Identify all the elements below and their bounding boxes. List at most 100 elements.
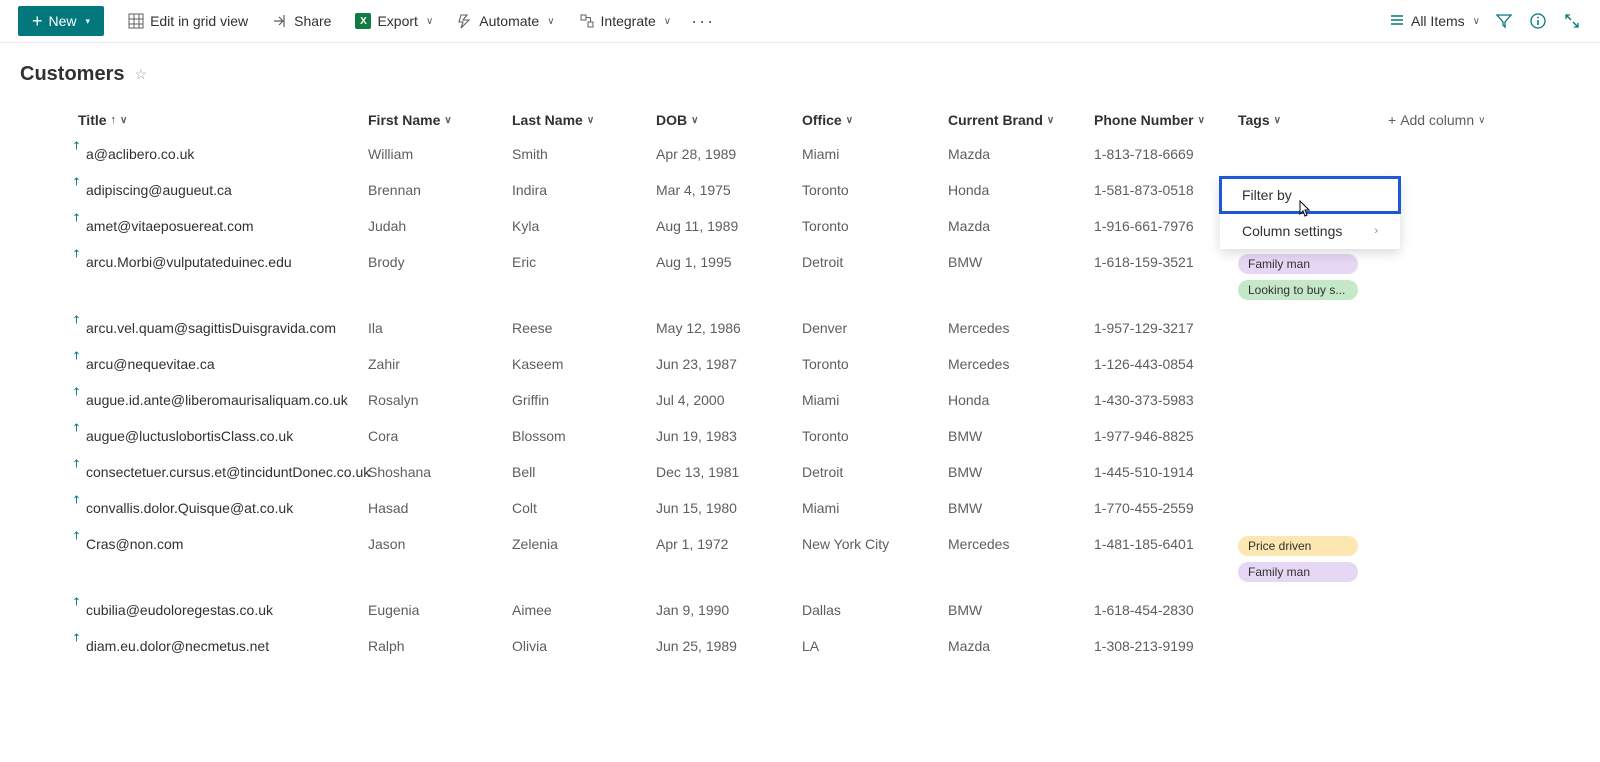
cell-brand: Mercedes [948,356,1094,372]
cell-brand: Honda [948,182,1094,198]
table-row[interactable]: ↗arcu.vel.quam@sagittisDuisgravida.comIl… [20,310,1580,346]
cell-last: Kaseem [512,356,656,372]
menu-item-filter-by[interactable]: Filter by [1220,177,1400,213]
column-header-title[interactable]: Title ↑ ∨ [78,112,368,128]
item-open-icon: ↗ [69,492,85,508]
cell-first: Brennan [368,182,512,198]
table-row[interactable]: ↗augue.id.ante@liberomaurisaliquam.co.uk… [20,382,1580,418]
automate-label: Automate [479,13,539,29]
cell-first: Zahir [368,356,512,372]
tags-cell: Family manLooking to buy s... [1238,254,1388,300]
cell-phone: 1-430-373-5983 [1094,392,1238,408]
expand-button[interactable] [1562,11,1582,31]
edit-grid-button[interactable]: Edit in grid view [118,9,258,33]
column-header-tags[interactable]: Tags ∨ [1238,112,1388,128]
new-button[interactable]: + New ▾ [18,6,104,36]
item-open-icon: ↗ [69,456,85,472]
cell-dob: Jan 9, 1990 [656,602,802,618]
filter-pane-button[interactable] [1494,11,1514,31]
cell-last: Aimee [512,602,656,618]
cell-brand: Mercedes [948,536,1094,552]
cell-first: Jason [368,536,512,552]
item-title-link[interactable]: ↗consectetuer.cursus.et@tinciduntDonec.c… [78,464,370,480]
table-row[interactable]: ↗consectetuer.cursus.et@tinciduntDonec.c… [20,454,1580,490]
item-title-link[interactable]: ↗cubilia@eudoloregestas.co.uk [78,602,273,618]
cell-phone: 1-618-159-3521 [1094,254,1238,270]
item-open-icon: ↗ [69,246,85,262]
column-header-phone-number[interactable]: Phone Number ∨ [1094,112,1238,128]
view-selector[interactable]: All Items ∨ [1389,12,1480,31]
column-header-last-name[interactable]: Last Name ∨ [512,112,656,128]
integrate-button[interactable]: Integrate ∨ [569,9,682,33]
column-header-current-brand[interactable]: Current Brand ∨ [948,112,1094,128]
item-open-icon: ↗ [69,594,85,610]
table-row[interactable]: ↗convallis.dolor.Quisque@at.co.ukHasadCo… [20,490,1580,526]
cell-brand: BMW [948,602,1094,618]
column-header-office[interactable]: Office ∨ [802,112,948,128]
chevron-down-icon: ∨ [846,115,853,126]
item-title-link[interactable]: ↗arcu@nequevitae.ca [78,356,215,372]
item-title-link[interactable]: ↗adipiscing@augueut.ca [78,182,232,198]
cell-office: Toronto [802,428,948,444]
item-title-link[interactable]: ↗a@aclibero.co.uk [78,146,194,162]
item-title-link[interactable]: ↗augue.id.ante@liberomaurisaliquam.co.uk [78,392,348,408]
cell-last: Blossom [512,428,656,444]
column-header-label: First Name [368,112,440,128]
column-header-first-name[interactable]: First Name ∨ [368,112,512,128]
item-open-icon: ↗ [69,348,85,364]
item-title-text: diam.eu.dolor@necmetus.net [86,638,269,654]
chevron-down-icon: ∨ [547,16,554,27]
overflow-menu-button[interactable]: ··· [685,11,721,32]
cell-first: Hasad [368,500,512,516]
cell-first: Shoshana [368,464,512,480]
table-row[interactable]: ↗arcu.Morbi@vulputateduinec.eduBrodyEric… [20,244,1580,310]
item-title-link[interactable]: ↗Cras@non.com [78,536,183,552]
tag-pill: Price driven [1238,536,1358,556]
item-title-text: augue@luctuslobortisClass.co.uk [86,428,293,444]
add-column-button[interactable]: + Add column ∨ [1388,112,1508,128]
cell-brand: BMW [948,500,1094,516]
export-button[interactable]: X Export ∨ [345,9,443,33]
item-title-link[interactable]: ↗convallis.dolor.Quisque@at.co.uk [78,500,293,516]
share-button[interactable]: Share [262,9,341,33]
table-row[interactable]: ↗diam.eu.dolor@necmetus.netRalphOliviaJu… [20,628,1580,664]
export-label: Export [377,13,417,29]
table-row[interactable]: ↗cubilia@eudoloregestas.co.uk EugeniaAime… [20,592,1580,628]
chevron-down-icon: ∨ [444,115,451,126]
tag-pill: Looking to buy s... [1238,280,1358,300]
chevron-down-icon: ∨ [120,115,127,126]
cell-phone: 1-770-455-2559 [1094,500,1238,516]
cell-phone: 1-957-129-3217 [1094,320,1238,336]
item-title-link[interactable]: ↗augue@luctuslobortisClass.co.uk [78,428,293,444]
cell-first: Brody [368,254,512,270]
cell-brand: Mazda [948,638,1094,654]
cell-first: Eugenia [368,602,512,618]
cell-office: Miami [802,392,948,408]
favorite-star-icon[interactable]: ☆ [134,66,147,83]
automate-button[interactable]: Automate ∨ [447,9,564,33]
cell-office: Miami [802,500,948,516]
cell-phone: 1-308-213-9199 [1094,638,1238,654]
item-title-link[interactable]: ↗arcu.vel.quam@sagittisDuisgravida.com [78,320,336,336]
chevron-down-icon: ∨ [1478,115,1485,126]
cell-first: Cora [368,428,512,444]
menu-item-column-settings[interactable]: Column settings › [1220,213,1400,249]
item-open-icon: ↗ [69,174,85,190]
item-title-link[interactable]: ↗arcu.Morbi@vulputateduinec.edu [78,254,292,270]
table-row[interactable]: ↗a@aclibero.co.ukWilliamSmithApr 28, 198… [20,136,1580,172]
table-row[interactable]: ↗Cras@non.comJasonZeleniaApr 1, 1972New … [20,526,1580,592]
table-row[interactable]: ↗arcu@nequevitae.caZahirKaseemJun 23, 19… [20,346,1580,382]
column-header-label: Phone Number [1094,112,1194,128]
item-open-icon: ↗ [69,420,85,436]
column-header-dob[interactable]: DOB ∨ [656,112,802,128]
item-title-text: a@aclibero.co.uk [86,146,194,162]
cell-first: Judah [368,218,512,234]
chevron-down-icon: ∨ [587,115,594,126]
plus-icon: + [1388,112,1396,128]
table-row[interactable]: ↗augue@luctuslobortisClass.co.uk CoraBlos… [20,418,1580,454]
cell-brand: BMW [948,254,1094,270]
item-title-link[interactable]: ↗amet@vitaeposuereat.com [78,218,254,234]
info-pane-button[interactable] [1528,11,1548,31]
item-title-link[interactable]: ↗diam.eu.dolor@necmetus.net [78,638,269,654]
share-icon [272,13,288,29]
